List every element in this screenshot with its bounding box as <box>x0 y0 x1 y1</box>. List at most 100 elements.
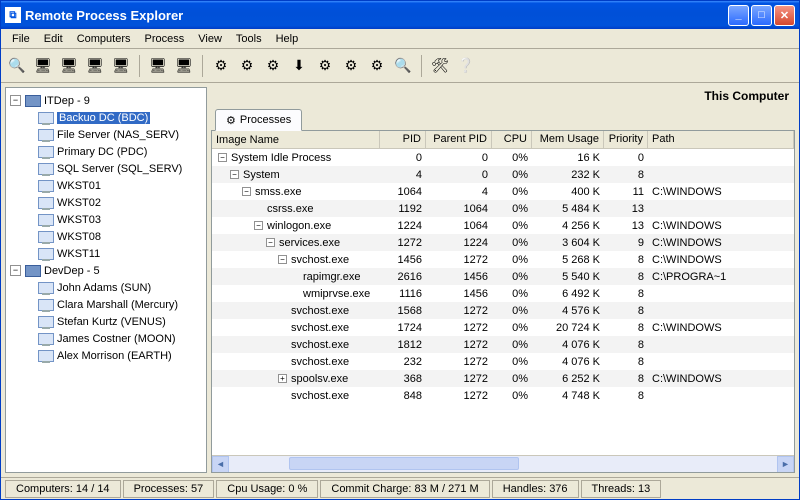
toolbar: 🔍🖥🖥🖥🖥🖥🖥⚙⚙⚙⬇⚙⚙⚙🔍🛠❔ <box>1 49 799 83</box>
expand-toggle[interactable]: − <box>266 238 275 247</box>
toolbar-button-16[interactable]: 🔍 <box>391 54 415 78</box>
column-header[interactable]: Mem Usage <box>532 131 604 148</box>
toolbar-button-14[interactable]: ⚙ <box>339 54 363 78</box>
tree-computer[interactable]: James Costner (MOON) <box>10 330 202 347</box>
tree-computer[interactable]: WKST02 <box>10 194 202 211</box>
process-row[interactable]: svchost.exe172412720%20 724 K8C:\WINDOWS <box>212 319 794 336</box>
cell-pr: 8 <box>604 168 648 182</box>
expand-toggle[interactable]: − <box>218 153 227 162</box>
computer-icon <box>38 350 54 362</box>
computer-icon <box>38 197 54 209</box>
expand-toggle[interactable]: + <box>278 374 287 383</box>
cell-path: C:\WINDOWS <box>648 321 794 335</box>
collapse-icon[interactable]: − <box>10 265 21 276</box>
cell-pp: 1272 <box>426 372 492 386</box>
grid-header[interactable]: Image NamePIDParent PIDCPUMem UsagePrior… <box>212 131 794 149</box>
tree-computer[interactable]: SQL Server (SQL_SERV) <box>10 160 202 177</box>
tree-computer[interactable]: WKST08 <box>10 228 202 245</box>
cell-pp: 1272 <box>426 304 492 318</box>
collapse-icon[interactable]: − <box>10 95 21 106</box>
toolbar-button-3[interactable]: 🖥 <box>83 54 107 78</box>
process-row[interactable]: −services.exe127212240%3 604 K9C:\WINDOW… <box>212 234 794 251</box>
toolbar-button-1[interactable]: 🖥 <box>31 54 55 78</box>
menu-process[interactable]: Process <box>138 31 192 47</box>
tree-computer[interactable]: WKST01 <box>10 177 202 194</box>
toolbar-button-7[interactable]: 🖥 <box>172 54 196 78</box>
close-button[interactable]: ✕ <box>774 5 795 26</box>
process-row[interactable]: −winlogon.exe122410640%4 256 K13C:\WINDO… <box>212 217 794 234</box>
tree-computer[interactable]: WKST11 <box>10 245 202 262</box>
expand-toggle[interactable]: − <box>230 170 239 179</box>
tree-computer[interactable]: Alex Morrison (EARTH) <box>10 347 202 364</box>
toolbar-button-9[interactable]: ⚙ <box>209 54 233 78</box>
column-header[interactable]: PID <box>380 131 426 148</box>
toolbar-button-4[interactable]: 🖥 <box>109 54 133 78</box>
menu-help[interactable]: Help <box>269 31 306 47</box>
toolbar-button-0[interactable]: 🔍 <box>5 54 29 78</box>
cell-path <box>648 361 794 363</box>
tree-computer[interactable]: Backuo DC (BDC) <box>10 109 202 126</box>
column-header[interactable]: Parent PID <box>426 131 492 148</box>
menu-computers[interactable]: Computers <box>70 31 138 47</box>
column-header[interactable]: Image Name <box>212 131 380 148</box>
cell-pp: 1064 <box>426 219 492 233</box>
toolbar-button-15[interactable]: ⚙ <box>365 54 389 78</box>
toolbar-button-6[interactable]: 🖥 <box>146 54 170 78</box>
process-row[interactable]: svchost.exe84812720%4 748 K8 <box>212 387 794 404</box>
process-row[interactable]: −svchost.exe145612720%5 268 K8C:\WINDOWS <box>212 251 794 268</box>
tree-computer[interactable]: Primary DC (PDC) <box>10 143 202 160</box>
process-row[interactable]: svchost.exe156812720%4 576 K8 <box>212 302 794 319</box>
process-row[interactable]: svchost.exe181212720%4 076 K8 <box>212 336 794 353</box>
cell-pp: 1224 <box>426 236 492 250</box>
tree-computer[interactable]: Clara Marshall (Mercury) <box>10 296 202 313</box>
maximize-button[interactable]: □ <box>751 5 772 26</box>
expand-toggle[interactable]: − <box>254 221 263 230</box>
tree-computer[interactable]: Stefan Kurtz (VENUS) <box>10 313 202 330</box>
menu-tools[interactable]: Tools <box>229 31 269 47</box>
cell-pr: 11 <box>604 185 648 199</box>
cell-pid: 2616 <box>380 270 426 284</box>
toolbar-button-18[interactable]: 🛠 <box>428 54 452 78</box>
process-row[interactable]: +spoolsv.exe36812720%6 252 K8C:\WINDOWS <box>212 370 794 387</box>
toolbar-button-19[interactable]: ❔ <box>454 54 478 78</box>
toolbar-button-13[interactable]: ⚙ <box>313 54 337 78</box>
tree-group[interactable]: −ITDep - 9 <box>10 92 202 109</box>
process-row[interactable]: svchost.exe23212720%4 076 K8 <box>212 353 794 370</box>
horizontal-scrollbar[interactable]: ◄ ► <box>212 455 794 472</box>
process-row[interactable]: −System400%232 K8 <box>212 166 794 183</box>
grid-body[interactable]: −System Idle Process000%16 K0−System400%… <box>212 149 794 455</box>
tree-group[interactable]: −DevDep - 5 <box>10 262 202 279</box>
computer-tree[interactable]: −ITDep - 9Backuo DC (BDC)File Server (NA… <box>5 87 207 473</box>
toolbar-button-11[interactable]: ⚙ <box>261 54 285 78</box>
titlebar: ⧉ Remote Process Explorer _ □ ✕ <box>1 1 799 29</box>
menu-view[interactable]: View <box>191 31 229 47</box>
cell-pp: 0 <box>426 151 492 165</box>
computer-icon <box>38 180 54 192</box>
process-row[interactable]: −System Idle Process000%16 K0 <box>212 149 794 166</box>
column-header[interactable]: Priority <box>604 131 648 148</box>
tree-computer[interactable]: John Adams (SUN) <box>10 279 202 296</box>
menu-edit[interactable]: Edit <box>37 31 70 47</box>
process-row[interactable]: −smss.exe106440%400 K11C:\WINDOWS <box>212 183 794 200</box>
minimize-button[interactable]: _ <box>728 5 749 26</box>
process-row[interactable]: csrss.exe119210640%5 484 K13 <box>212 200 794 217</box>
expand-toggle[interactable]: − <box>242 187 251 196</box>
process-row[interactable]: rapimgr.exe261614560%5 540 K8C:\PROGRA~1 <box>212 268 794 285</box>
toolbar-button-10[interactable]: ⚙ <box>235 54 259 78</box>
scroll-thumb[interactable] <box>289 457 519 470</box>
expand-toggle[interactable]: − <box>278 255 287 264</box>
tree-computer[interactable]: File Server (NAS_SERV) <box>10 126 202 143</box>
cell-cpu: 0% <box>492 253 532 267</box>
menu-file[interactable]: File <box>5 31 37 47</box>
column-header[interactable]: Path <box>648 131 794 148</box>
cell-cpu: 0% <box>492 287 532 301</box>
toolbar-button-2[interactable]: 🖥 <box>57 54 81 78</box>
toolbar-button-12[interactable]: ⬇ <box>287 54 311 78</box>
scroll-track[interactable] <box>229 456 777 473</box>
tab-processes[interactable]: ⚙ Processes <box>215 109 302 131</box>
column-header[interactable]: CPU <box>492 131 532 148</box>
process-row[interactable]: wmiprvse.exe111614560%6 492 K8 <box>212 285 794 302</box>
tree-computer[interactable]: WKST03 <box>10 211 202 228</box>
scroll-right-button[interactable]: ► <box>777 456 794 473</box>
scroll-left-button[interactable]: ◄ <box>212 456 229 473</box>
